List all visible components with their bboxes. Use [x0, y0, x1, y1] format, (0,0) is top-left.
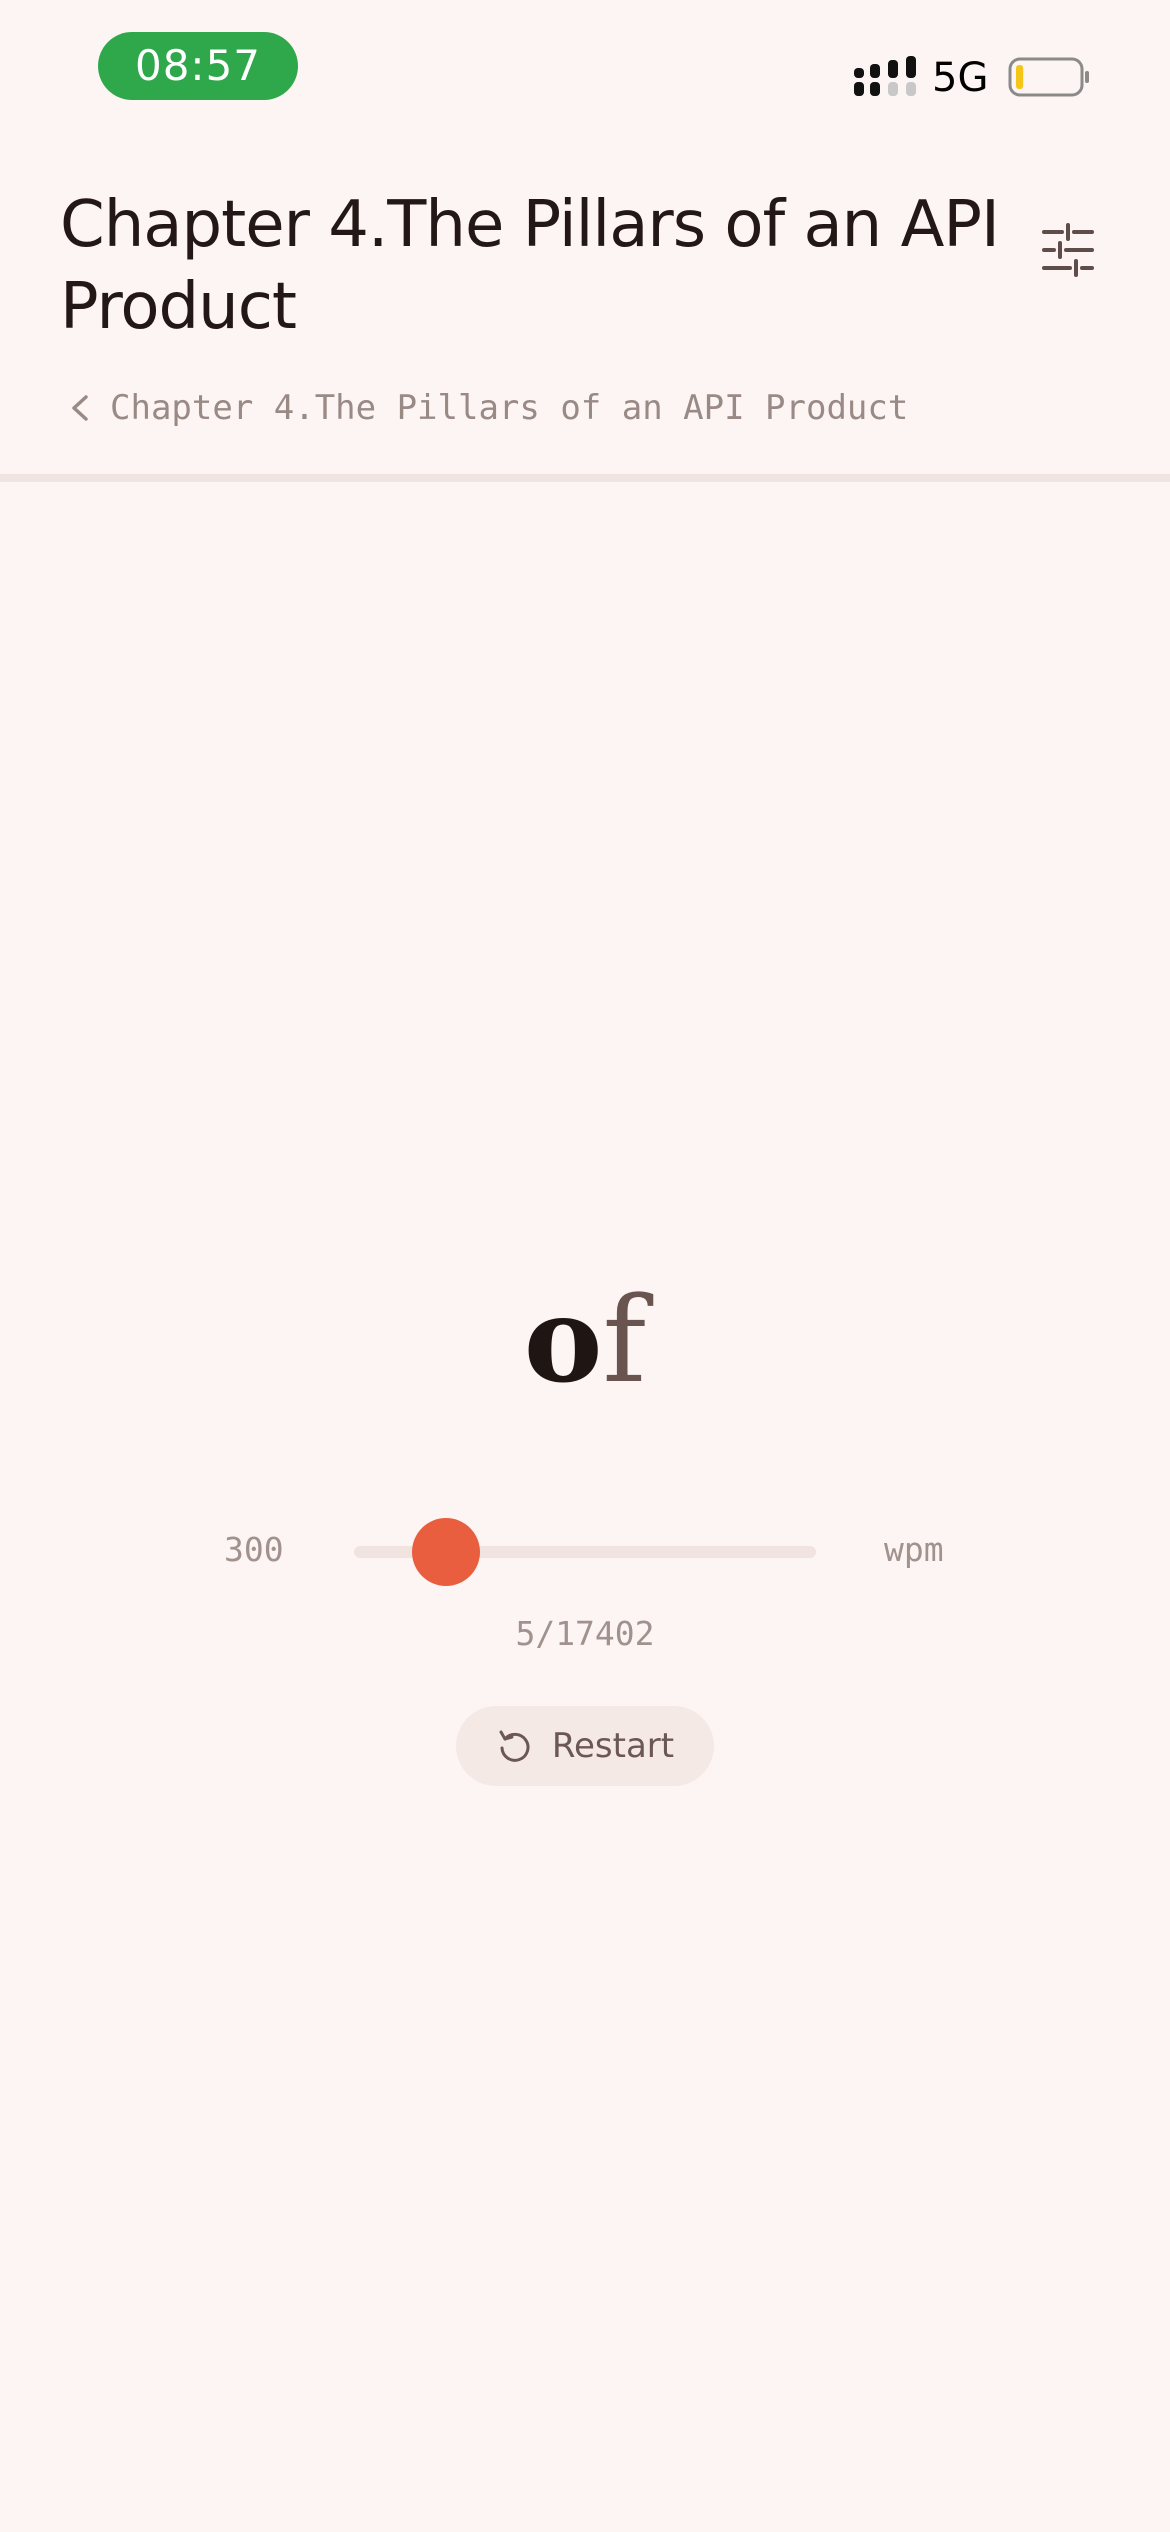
current-word: of — [0, 1270, 1170, 1410]
page-title: Chapter 4.The Pillars of an API Product — [60, 188, 1000, 344]
speed-slider-track[interactable] — [354, 1518, 816, 1586]
battery-icon — [1008, 57, 1089, 97]
sliders-icon — [1042, 223, 1094, 277]
breadcrumb-label: Chapter 4.The Pillars of an API Product — [110, 388, 909, 428]
restart-button[interactable]: Restart — [456, 1706, 714, 1786]
status-bar: 08:57 5G — [0, 0, 1170, 140]
restart-label: Restart — [551, 1726, 675, 1766]
status-time: 08:57 — [98, 32, 298, 100]
cellular-signal-icon — [854, 56, 916, 96]
word-progress: 5/17402 — [515, 1614, 655, 1653]
speed-unit: wpm — [884, 1530, 944, 1569]
chevron-left-icon — [72, 395, 88, 421]
word-focus-letter: o — [523, 1270, 603, 1409]
speed-value: 300 — [224, 1530, 284, 1569]
reader-header: Chapter 4.The Pillars of an API Product … — [0, 140, 1170, 476]
settings-button[interactable] — [1034, 216, 1102, 284]
restart-icon — [499, 1730, 530, 1762]
breadcrumb[interactable]: Chapter 4.The Pillars of an API Product — [66, 386, 908, 430]
speed-slider-thumb[interactable] — [412, 1518, 481, 1586]
speed-control: 300 wpm — [0, 1510, 1170, 1590]
word-remaining-letters: f — [602, 1271, 647, 1409]
network-type: 5G — [932, 55, 989, 101]
header-divider — [0, 474, 1170, 482]
